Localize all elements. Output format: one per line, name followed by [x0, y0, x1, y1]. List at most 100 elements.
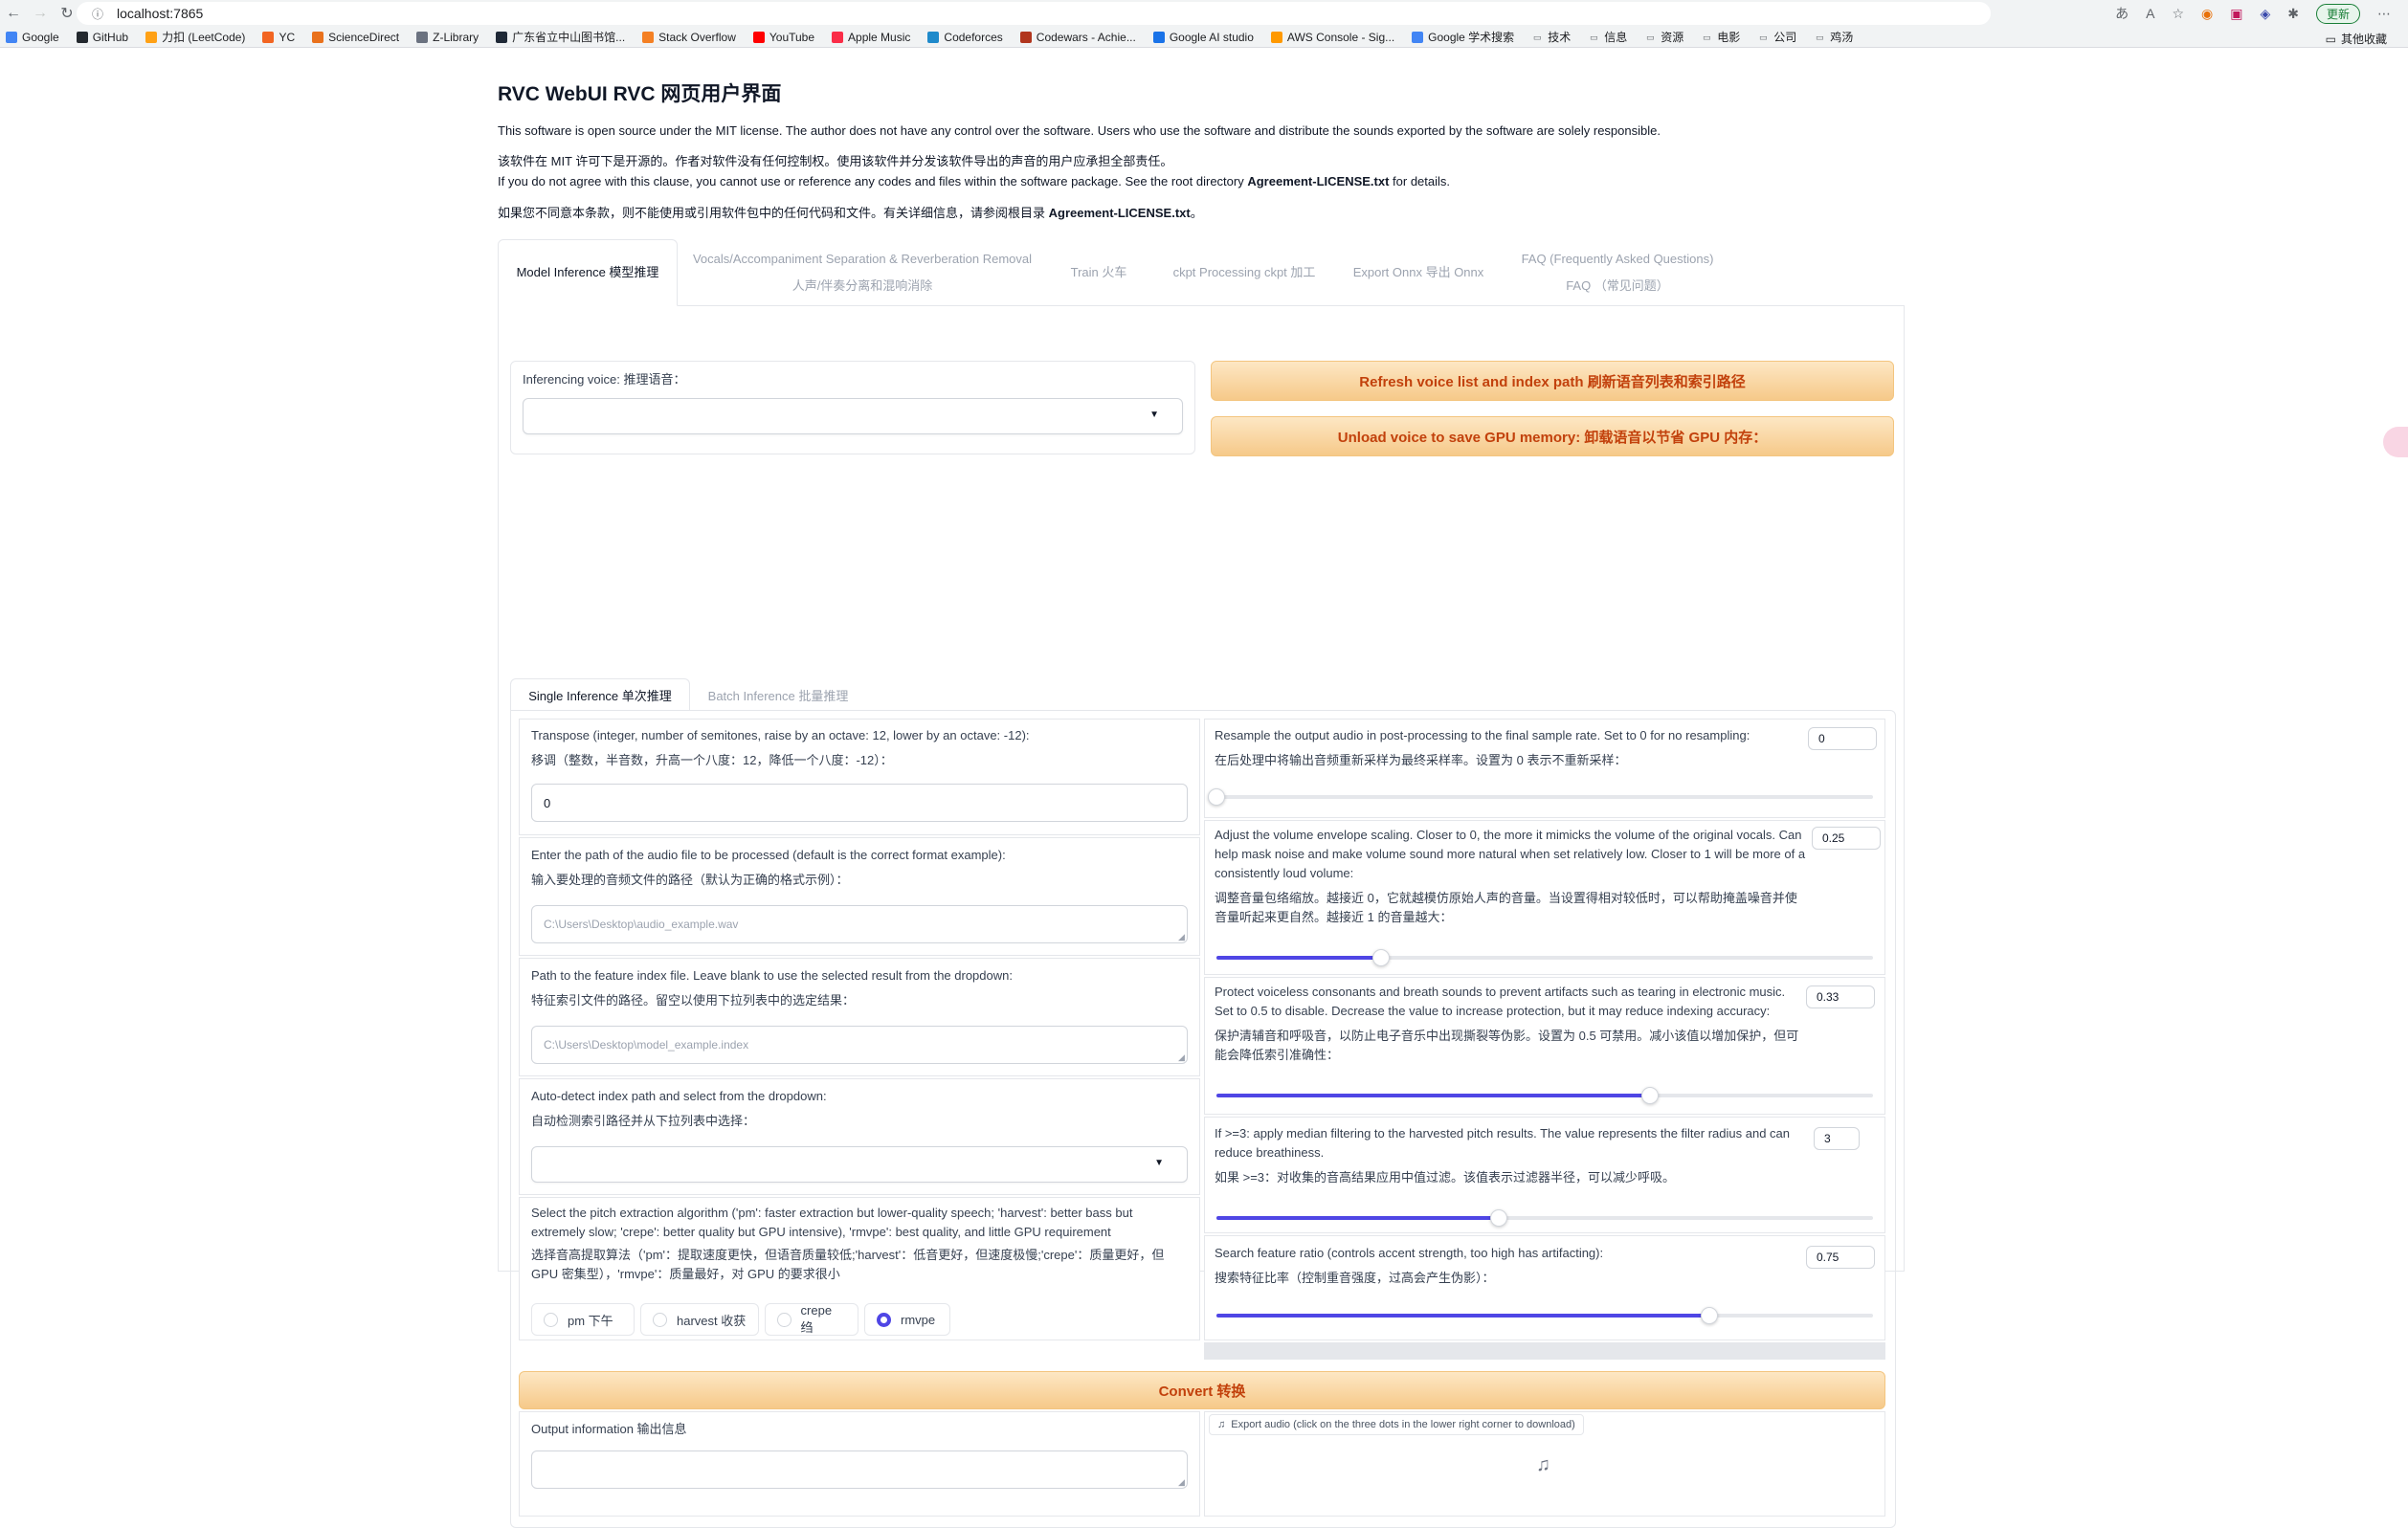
protect-slider[interactable]	[1216, 1087, 1873, 1104]
bookmark-item[interactable]: ScienceDirect	[312, 31, 399, 44]
slider-thumb[interactable]	[1700, 1307, 1718, 1324]
convert-button[interactable]: Convert 转换	[519, 1371, 1885, 1409]
median-label-cn: 如果 >=3：对收集的音高结果应用中值过滤。该值表示过滤器半径，可以减少呼吸。	[1215, 1170, 1676, 1185]
bookmark-item[interactable]: Stack Overflow	[642, 31, 736, 44]
audio-path-block: Enter the path of the audio file to be p…	[519, 837, 1200, 956]
bookmark-item[interactable]: ▭ 电影	[1701, 29, 1740, 45]
bookmark-item[interactable]: Z-Library	[416, 31, 479, 44]
extension-icon[interactable]: ▣	[2230, 6, 2242, 22]
resize-handle-icon[interactable]: ◢	[1178, 1052, 1197, 1074]
bookmark-label: YC	[279, 30, 296, 44]
tab-single-inference[interactable]: Single Inference 单次推理	[510, 678, 690, 711]
radio-pm[interactable]: pm 下午	[531, 1303, 635, 1336]
bookmark-item[interactable]: ▭ 鸡汤	[1814, 29, 1853, 45]
radio-rmvpe[interactable]: rmvpe	[864, 1303, 950, 1336]
single-inference-panel: Transpose (integer, number of semitones,…	[510, 710, 1896, 1528]
transpose-block: Transpose (integer, number of semitones,…	[519, 719, 1200, 835]
protect-number-input[interactable]: 0.33	[1806, 985, 1875, 1008]
ratio-slider[interactable]	[1216, 1307, 1873, 1324]
tab-vocal-separation[interactable]: Vocals/Accompaniment Separation & Reverb…	[685, 239, 1039, 306]
auto-index-label-en: Auto-detect index path and select from t…	[531, 1089, 827, 1103]
bookmark-item[interactable]: ▭ 公司	[1757, 29, 1796, 45]
audio-path-input[interactable]: C:\Users\Desktop\audio_example.wav	[531, 905, 1188, 943]
panel-gap	[1204, 1342, 1885, 1360]
slider-thumb[interactable]	[1371, 949, 1390, 966]
bookmark-item[interactable]: ▭ 技术	[1531, 29, 1571, 45]
bookmark-label: ScienceDirect	[328, 30, 400, 44]
bookmark-item[interactable]: YC	[262, 31, 295, 44]
bookmark-item[interactable]: Codewars - Achie...	[1019, 31, 1136, 44]
export-audio-label: ♫ Export audio (click on the three dots …	[1209, 1414, 1584, 1435]
forward-icon[interactable]: →	[27, 0, 54, 27]
tab-train[interactable]: Train 火车	[1053, 239, 1145, 306]
ratio-number-input[interactable]: 0.75	[1806, 1246, 1875, 1269]
bookmark-item[interactable]: GitHub	[76, 31, 128, 44]
bookmark-item[interactable]: Google	[6, 31, 59, 44]
translate-icon[interactable]: あ	[2115, 4, 2129, 23]
bookmark-label: YouTube	[769, 30, 815, 44]
site-info-icon[interactable]: ⓘ	[92, 6, 103, 22]
radio-harvest[interactable]: harvest 收获	[640, 1303, 759, 1336]
median-slider[interactable]	[1216, 1209, 1873, 1227]
bookmark-item[interactable]: AWS Console - Sig...	[1270, 31, 1394, 44]
bookmark-item[interactable]: ▭ 资源	[1644, 29, 1683, 45]
extensions-puzzle-icon[interactable]: ✱	[2287, 6, 2299, 22]
volume-slider[interactable]	[1216, 949, 1873, 966]
slider-thumb[interactable]	[1640, 1087, 1659, 1104]
resample-slider[interactable]	[1208, 788, 1873, 806]
median-filter-block: If >=3: apply median filtering to the ha…	[1204, 1117, 1885, 1233]
bookmark-label: 力扣 (LeetCode)	[162, 31, 246, 44]
bookmark-star-icon[interactable]: ☆	[2172, 6, 2184, 22]
browser-toolbar: ← → ↻ ⓘ localhost:7865 あ A ☆ ◉ ▣ ◈ ✱ 更新 …	[0, 0, 2408, 27]
median-number-input[interactable]: 3	[1814, 1127, 1860, 1150]
volume-number-input[interactable]: 0.25	[1812, 827, 1881, 850]
bookmark-item[interactable]: Apple Music	[832, 31, 910, 44]
tab-model-inference[interactable]: Model Inference 模型推理	[498, 239, 678, 306]
protect-label-cn: 保护清辅音和呼吸音，以防止电子音乐中出现撕裂等伪影。设置为 0.5 可禁用。减小…	[1215, 1029, 1799, 1062]
transpose-input[interactable]: 0	[531, 784, 1188, 822]
slider-thumb[interactable]	[1489, 1209, 1507, 1227]
refresh-voice-button[interactable]: Refresh voice list and index path 刷新语音列表…	[1211, 361, 1894, 401]
index-dropdown[interactable]: ▼	[531, 1146, 1188, 1183]
read-aloud-icon[interactable]: A	[2146, 6, 2154, 21]
auto-index-label-cn: 自动检测索引路径并从下拉列表中选择：	[531, 1114, 756, 1128]
index-path-input[interactable]: C:\Users\Desktop\model_example.index	[531, 1026, 1188, 1064]
tab-batch-inference[interactable]: Batch Inference 批量推理	[692, 678, 864, 711]
volume-envelope-block: Adjust the volume envelope scaling. Clos…	[1204, 820, 1885, 975]
tab-export-onnx[interactable]: Export Onnx 导出 Onnx	[1338, 239, 1499, 306]
resize-handle-icon[interactable]: ◢	[1178, 1477, 1197, 1514]
bookmark-item[interactable]: Codeforces	[927, 31, 1003, 44]
unload-voice-button[interactable]: Unload voice to save GPU memory: 卸载语音以节省…	[1211, 416, 1894, 456]
median-label-en: If >=3: apply median filtering to the ha…	[1215, 1126, 1790, 1160]
favicon-icon	[312, 31, 324, 43]
radio-circle	[653, 1312, 667, 1327]
bookmark-item[interactable]: Google 学术搜索	[1412, 29, 1514, 45]
tab-ckpt-processing[interactable]: ckpt Processing ckpt 加工	[1154, 239, 1334, 306]
resample-number-input[interactable]: 0	[1808, 727, 1877, 750]
extension-icon[interactable]: ◈	[2260, 6, 2270, 22]
other-bookmarks[interactable]: ▭ 其他收藏	[2326, 31, 2387, 47]
voice-dropdown[interactable]: ▼	[523, 398, 1183, 434]
folder-icon: ▭	[1758, 32, 1768, 42]
favicon-icon	[832, 31, 844, 43]
bookmark-item[interactable]: 力扣 (LeetCode)	[145, 29, 245, 45]
output-info-textarea[interactable]	[531, 1450, 1188, 1489]
address-bar[interactable]: ⓘ localhost:7865	[77, 2, 1991, 25]
bookmark-label: 公司	[1773, 31, 1797, 44]
bookmark-item[interactable]: YouTube	[752, 30, 815, 44]
license-cn: 该软件在 MIT 许可下是开源的。作者对软件没有任何控制权。使用该软件并分发该软…	[498, 154, 1173, 168]
update-button[interactable]: 更新	[2315, 3, 2360, 24]
resize-handle-icon[interactable]: ◢	[1178, 932, 1197, 953]
slider-thumb[interactable]	[1208, 788, 1225, 806]
menu-icon[interactable]: ⋯	[2377, 6, 2391, 22]
bookmark-item[interactable]: ▭ 信息	[1588, 29, 1627, 45]
extension-icon[interactable]: ◉	[2201, 6, 2213, 22]
tab-faq[interactable]: FAQ (Frequently Asked Questions) FAQ （常见…	[1503, 239, 1732, 306]
folder-icon: ▭	[1645, 32, 1655, 42]
back-icon[interactable]: ←	[0, 0, 27, 27]
output-info-block: Output information 输出信息 ◢	[519, 1411, 1200, 1517]
radio-crepe[interactable]: crepe 绉	[765, 1303, 858, 1336]
bookmark-item[interactable]: 广东省立中山图书馆...	[496, 29, 625, 45]
bookmark-item[interactable]: Google AI studio	[1152, 31, 1254, 44]
floating-extension-icon[interactable]	[2383, 427, 2408, 457]
